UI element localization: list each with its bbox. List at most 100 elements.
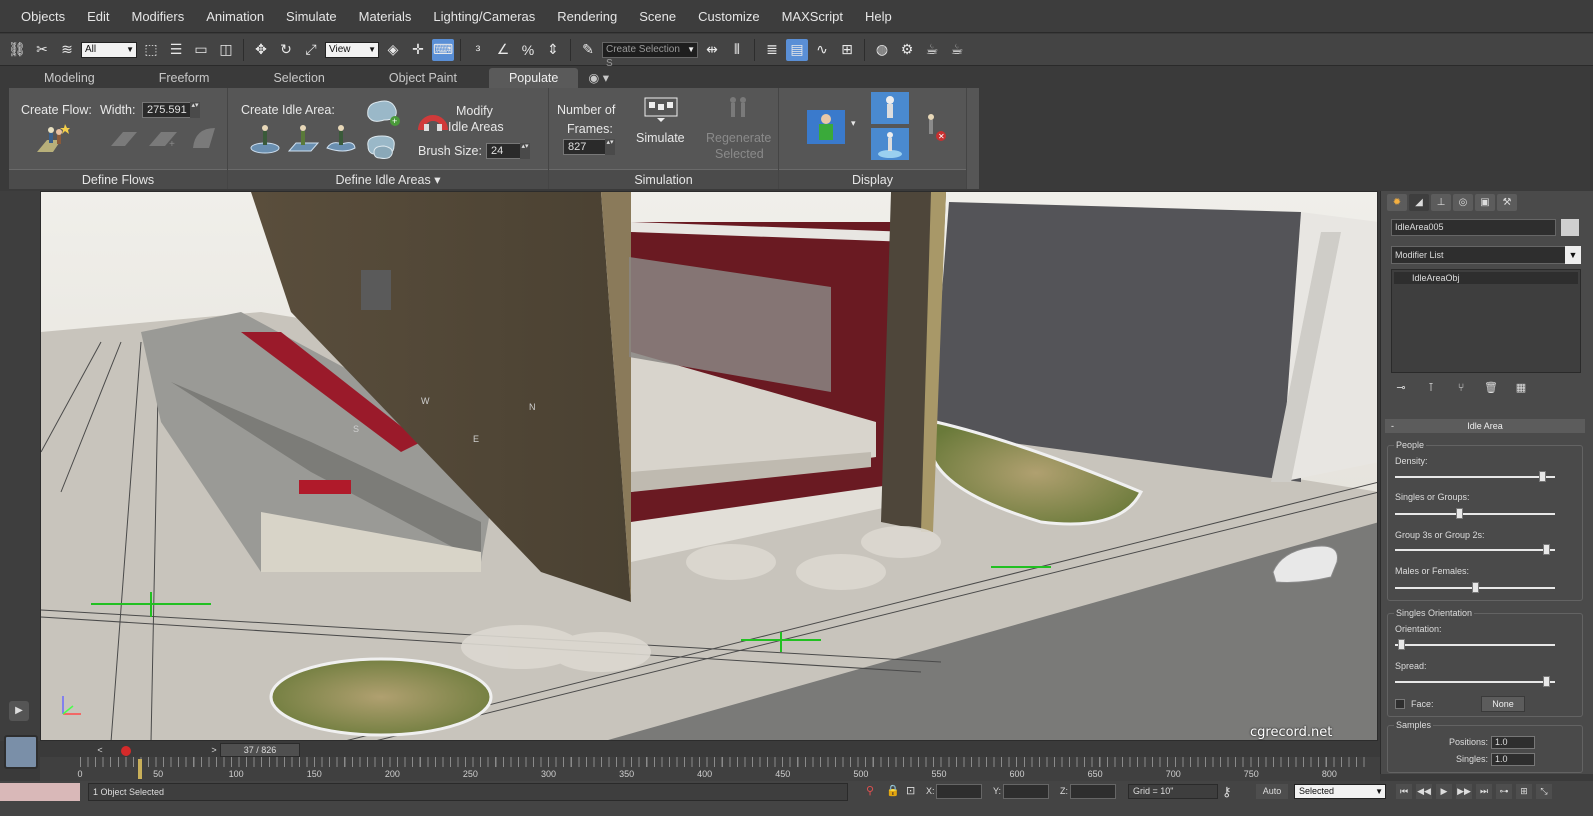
track-bar[interactable]: 0 50 100 150 200 250 300 350 400 450 500 550 600 650 7… (40, 757, 1380, 781)
schematic-view-icon[interactable]: ⊞ (836, 39, 858, 61)
remove-modifier-icon[interactable]: 🗑 (1483, 381, 1499, 395)
slider-thumb[interactable] (1538, 471, 1546, 482)
window-crossing-icon[interactable]: ◫ (215, 39, 237, 61)
create-flow-curve-icon[interactable] (189, 124, 219, 150)
keyboard-shortcut-toggle-icon[interactable]: ⌨ (432, 38, 454, 61)
rendered-frame-window-icon[interactable]: ☕ (921, 39, 943, 61)
mini-listener-thumbnail[interactable] (4, 735, 38, 769)
modify-idle-areas-icon[interactable] (418, 104, 448, 134)
idle-area-freeform-icon[interactable] (324, 120, 358, 154)
time-slider-next-icon[interactable]: > (208, 743, 220, 757)
spread-slider[interactable] (1395, 676, 1555, 687)
menu-maxscript[interactable]: MAXScript (771, 0, 854, 33)
slider-thumb[interactable] (1471, 582, 1479, 593)
brush-size-spinner[interactable]: 24 (486, 143, 530, 159)
bind-space-warp-icon[interactable]: ≋ (56, 39, 78, 61)
positions-field[interactable]: 1.0 (1491, 736, 1535, 749)
idle-area-circle-icon[interactable] (248, 120, 282, 154)
zoom-extents-icon[interactable]: ⤡ (1536, 784, 1552, 799)
frames-spinner[interactable]: 827 (563, 139, 615, 155)
edit-named-selection-icon[interactable]: ✎ (577, 39, 599, 61)
mirror-icon[interactable]: ⇹ (701, 39, 723, 61)
display-tab-icon[interactable]: ▣ (1475, 194, 1495, 211)
idle-area-subtract-icon[interactable] (364, 132, 402, 162)
y-coordinate-field[interactable] (1003, 784, 1049, 799)
selection-filter-dropdown[interactable]: All (81, 41, 137, 58)
menu-objects[interactable]: Objects (10, 0, 76, 33)
object-color-swatch[interactable] (1561, 219, 1579, 236)
current-frame-marker[interactable] (137, 759, 142, 779)
next-frame-icon[interactable]: ▶▶ (1456, 784, 1472, 799)
absolute-mode-icon[interactable]: ⊡ (906, 784, 915, 797)
move-icon[interactable]: ✥ (250, 39, 272, 61)
spinner-snap-icon[interactable]: ⇕ (542, 39, 564, 61)
tab-freeform[interactable]: Freeform (127, 68, 242, 88)
go-to-start-icon[interactable]: ⏮ (1396, 784, 1412, 799)
display-dropdown-arrow[interactable]: ▾ (851, 118, 856, 129)
face-checkbox[interactable] (1395, 699, 1405, 709)
create-flow-segment-icon[interactable] (109, 126, 139, 148)
align-icon[interactable]: ⫴ (726, 39, 748, 61)
unlink-icon[interactable]: ✂ (31, 39, 53, 61)
select-manipulate-icon[interactable]: ✛ (407, 39, 429, 61)
singles-field[interactable]: 1.0 (1491, 753, 1535, 766)
idle-area-rect-icon[interactable] (286, 120, 320, 154)
time-config-icon[interactable]: ⊞ (1516, 784, 1532, 799)
key-mode-icon[interactable]: ⊶ (1496, 784, 1512, 799)
tab-selection[interactable]: Selection (241, 68, 356, 88)
menu-simulate[interactable]: Simulate (275, 0, 348, 33)
simulate-icon[interactable] (643, 94, 679, 124)
set-key-icon[interactable]: ⚷ (1222, 784, 1232, 800)
viewport-play-icon[interactable]: ▶ (9, 701, 29, 721)
render-production-icon[interactable]: ☕ (946, 39, 968, 61)
z-coordinate-field[interactable] (1070, 784, 1116, 799)
time-slider-thumb[interactable]: 37 / 826 (220, 743, 300, 757)
render-setup-icon[interactable]: ⚙ (896, 39, 918, 61)
isolate-toggle-icon[interactable]: ⚲ (866, 784, 874, 797)
tab-populate[interactable]: Populate (488, 68, 579, 88)
reference-coordinate-dropdown[interactable]: View (325, 41, 379, 58)
configure-modifier-sets-icon[interactable]: ▦ (1513, 381, 1529, 395)
define-idle-areas-footer[interactable]: Define Idle Areas ▾ (228, 169, 548, 189)
menu-scene[interactable]: Scene (628, 0, 687, 33)
modifier-list-dropdown[interactable]: Modifier List (1391, 246, 1566, 264)
snap-toggle-icon[interactable]: ³ (467, 39, 489, 61)
simulate-button[interactable]: Simulate (636, 131, 685, 145)
males-or-females-slider[interactable] (1395, 582, 1555, 593)
rotate-icon[interactable]: ↻ (275, 39, 297, 61)
previous-frame-icon[interactable]: ◀◀ (1416, 784, 1432, 799)
time-slider-prev-icon[interactable]: < (94, 743, 106, 757)
slider-thumb[interactable] (1398, 639, 1406, 650)
selection-lock-icon[interactable]: 🔒 (886, 784, 900, 797)
modify-idle-areas-label-2[interactable]: Idle Areas (448, 120, 504, 134)
pivot-center-icon[interactable]: ◈ (382, 39, 404, 61)
rectangular-selection-icon[interactable]: ▭ (190, 39, 212, 61)
utilities-tab-icon[interactable]: ⚒ (1497, 194, 1517, 211)
delete-people-icon[interactable]: ✕ (921, 112, 949, 142)
display-person-icon[interactable] (807, 110, 845, 144)
slider-thumb[interactable] (1456, 508, 1464, 519)
layer-manager-icon[interactable]: ≣ (761, 39, 783, 61)
density-slider[interactable] (1395, 471, 1555, 482)
menu-customize[interactable]: Customize (687, 0, 770, 33)
object-name-field[interactable]: IdleArea005 (1391, 219, 1556, 236)
select-by-name-icon[interactable]: ☰ (165, 39, 187, 61)
tab-modeling[interactable]: Modeling (12, 68, 127, 88)
singles-or-groups-slider[interactable] (1395, 508, 1555, 519)
chevron-down-icon[interactable]: ▼ (1565, 246, 1581, 264)
menu-lighting-cameras[interactable]: Lighting/Cameras (422, 0, 546, 33)
modify-tab-icon[interactable]: ◢ (1409, 194, 1429, 211)
face-none-button[interactable]: None (1481, 696, 1525, 712)
modify-idle-areas-label-1[interactable]: Modify (456, 104, 493, 118)
create-flow-icon[interactable] (35, 122, 71, 154)
slider-thumb[interactable] (1543, 676, 1551, 687)
tab-object-paint[interactable]: Object Paint (357, 68, 489, 88)
display-flow-icon[interactable] (871, 92, 909, 124)
named-selection-set-dropdown[interactable]: Create Selection S (602, 41, 698, 69)
ribbon-options-icon[interactable]: ◉ ▾ (578, 68, 619, 88)
slider-thumb[interactable] (1543, 544, 1551, 555)
create-tab-icon[interactable]: ✹ (1387, 194, 1407, 211)
menu-modifiers[interactable]: Modifiers (120, 0, 195, 33)
pin-stack-icon[interactable]: ⊸ (1393, 381, 1409, 395)
play-icon[interactable]: ▶ (1436, 784, 1452, 799)
